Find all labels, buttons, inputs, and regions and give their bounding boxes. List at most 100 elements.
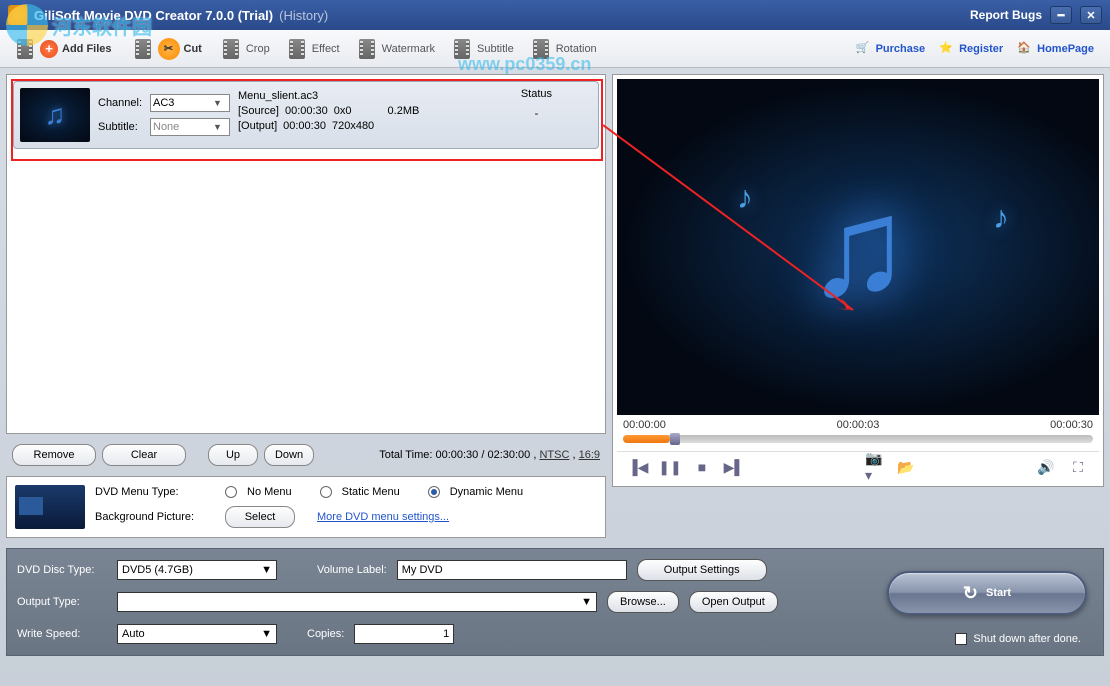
dvd-menu-panel: DVD Menu Type: No Menu Static Menu Dynam… [6, 476, 606, 538]
effect-button[interactable]: Effect [278, 34, 348, 64]
browse-button[interactable]: Browse... [607, 591, 679, 613]
player-controls: ▐◀ ❚❚ ■ ▶▌ 📷▾ 📂 🔊 ⛶ [617, 451, 1099, 482]
static-menu-radio[interactable] [320, 486, 332, 498]
window-title: GiliSoft Movie DVD Creator 7.0.0 (Trial) [34, 8, 273, 23]
disc-type-select[interactable]: DVD5 (4.7GB)▼ [117, 560, 277, 580]
up-button[interactable]: Up [208, 444, 258, 466]
register-link[interactable]: ⭐ Register [933, 41, 1009, 57]
home-icon: 🏠 [1017, 41, 1033, 57]
no-menu-radio[interactable] [225, 486, 237, 498]
time-start: 00:00:00 [623, 419, 666, 431]
subtitle-select[interactable]: None▼ [150, 118, 230, 136]
minimize-button[interactable]: ━ [1050, 6, 1072, 24]
tv-format-link[interactable]: NTSC [539, 449, 569, 461]
plus-icon: + [40, 40, 58, 58]
chevron-down-icon: ▼ [261, 628, 272, 640]
chevron-down-icon: ▼ [581, 596, 592, 608]
shutdown-checkbox[interactable] [955, 633, 967, 645]
no-menu-label: No Menu [247, 486, 292, 498]
list-actions-bar: Remove Clear Up Down Total Time: 00:00:3… [6, 440, 606, 470]
music-note-icon: ♫ [45, 99, 66, 131]
time-end: 00:00:30 [1050, 419, 1093, 431]
volume-label-input[interactable]: My DVD [397, 560, 627, 580]
film-icon [356, 38, 378, 60]
channel-select[interactable]: AC3▼ [150, 94, 230, 112]
file-thumbnail: ♫ [20, 88, 90, 142]
total-time-label: Total Time: [379, 449, 432, 461]
output-type-label: Output Type: [17, 596, 107, 608]
rotation-button[interactable]: Rotation [522, 34, 605, 64]
bg-picture-label: Background Picture: [95, 511, 215, 523]
file-row[interactable]: ♫ Channel: AC3▼ Subtitle: None▼ [13, 81, 599, 149]
volume-label-label: Volume Label: [317, 564, 387, 576]
select-bg-button[interactable]: Select [225, 506, 295, 528]
down-button[interactable]: Down [264, 444, 314, 466]
remove-button[interactable]: Remove [12, 444, 96, 466]
open-output-button[interactable]: Open Output [689, 591, 778, 613]
filename-text: Menu_slient.ac3 [238, 90, 419, 102]
add-files-button[interactable]: + Add Files [4, 34, 122, 64]
more-menu-settings-link[interactable]: More DVD menu settings... [317, 511, 449, 523]
refresh-icon: ↻ [963, 583, 978, 604]
cut-button[interactable]: ✂ Cut [122, 34, 212, 64]
copies-label: Copies: [307, 628, 344, 640]
write-speed-label: Write Speed: [17, 628, 107, 640]
disc-type-label: DVD Disc Type: [17, 564, 107, 576]
subtitle-label: Subtitle: [98, 121, 146, 133]
fullscreen-button[interactable]: ⛶ [1069, 458, 1087, 476]
purchase-link[interactable]: 🛒 Purchase [850, 41, 932, 57]
seek-slider[interactable] [623, 435, 1093, 443]
seek-thumb[interactable] [670, 433, 680, 445]
total-time-value: 00:00:30 / 02:30:00 [435, 449, 530, 461]
homepage-link[interactable]: 🏠 HomePage [1011, 41, 1100, 57]
titlebar: GiliSoft Movie DVD Creator 7.0.0 (Trial)… [0, 0, 1110, 30]
output-info: [Output] 00:00:30 720x480 [238, 120, 419, 132]
pause-button[interactable]: ❚❚ [661, 458, 679, 476]
volume-button[interactable]: 🔊 [1037, 458, 1055, 476]
dynamic-menu-label: Dynamic Menu [450, 486, 523, 498]
prev-button[interactable]: ▐◀ [629, 458, 647, 476]
close-button[interactable]: ✕ [1080, 6, 1102, 24]
report-bugs-link[interactable]: Report Bugs [970, 8, 1042, 22]
shutdown-label: Shut down after done. [973, 633, 1081, 645]
dynamic-menu-radio[interactable] [428, 486, 440, 498]
chevron-down-icon: ▼ [213, 122, 227, 132]
film-icon [132, 38, 154, 60]
static-menu-label: Static Menu [342, 486, 400, 498]
snapshot-button[interactable]: 📷▾ [865, 458, 883, 476]
open-folder-button[interactable]: 📂 [897, 458, 915, 476]
toolbar: + Add Files ✂ Cut Crop Effect Watermark … [0, 30, 1110, 68]
stop-button[interactable]: ■ [693, 458, 711, 476]
menu-type-label: DVD Menu Type: [95, 486, 215, 498]
menu-thumbnail[interactable] [15, 485, 85, 529]
status-header: Status [521, 88, 552, 100]
film-icon [220, 38, 242, 60]
preview-panel: ♫ ♪ ♪ 00:00:00 00:00:03 00:00:30 ▐◀ ❚❚ ■… [612, 74, 1104, 487]
video-preview: ♫ ♪ ♪ [617, 79, 1099, 415]
clear-button[interactable]: Clear [102, 444, 186, 466]
chevron-down-icon: ▼ [261, 564, 272, 576]
crop-button[interactable]: Crop [212, 34, 278, 64]
output-settings-button[interactable]: Output Settings [637, 559, 767, 581]
music-note-icon: ♫ [806, 166, 911, 328]
history-link[interactable]: (History) [279, 8, 328, 23]
film-icon [451, 38, 473, 60]
star-icon: ⭐ [939, 41, 955, 57]
film-icon [286, 38, 308, 60]
start-button[interactable]: ↻ Start [887, 571, 1087, 615]
write-speed-select[interactable]: Auto▼ [117, 624, 277, 644]
source-info: [Source] 00:00:30 0x0 0.2MB [238, 105, 419, 117]
music-note-icon: ♪ [737, 179, 753, 216]
aspect-ratio-link[interactable]: 16:9 [579, 449, 600, 461]
cart-icon: 🛒 [856, 41, 872, 57]
channel-label: Channel: [98, 97, 146, 109]
output-type-select[interactable]: ▼ [117, 592, 597, 612]
watermark-button[interactable]: Watermark [348, 34, 443, 64]
copies-input[interactable]: 1 [354, 624, 454, 644]
next-button[interactable]: ▶▌ [725, 458, 743, 476]
film-icon [530, 38, 552, 60]
chevron-down-icon: ▼ [213, 98, 227, 108]
output-settings-panel: DVD Disc Type: DVD5 (4.7GB)▼ Volume Labe… [6, 548, 1104, 656]
scissors-icon: ✂ [158, 38, 180, 60]
subtitle-button[interactable]: Subtitle [443, 34, 522, 64]
